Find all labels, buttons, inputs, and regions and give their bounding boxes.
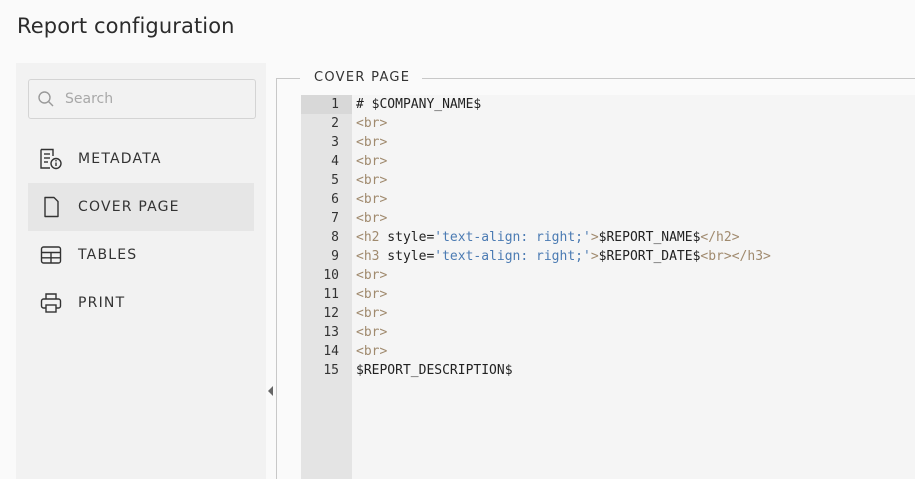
- sidebar-item-print[interactable]: PRINT: [28, 279, 254, 327]
- code-token: <br>: [356, 325, 388, 340]
- code-text: <br>: [356, 152, 387, 171]
- sidebar-item-metadata[interactable]: METADATA: [28, 135, 254, 183]
- code-line[interactable]: 15 $REPORT_DESCRIPTION$: [301, 361, 915, 380]
- code-text: <br>: [356, 304, 387, 323]
- table-icon: [38, 242, 64, 268]
- code-text: <br>: [356, 342, 387, 361]
- code-text: <br>: [356, 133, 387, 152]
- code-text: # $COMPANY_NAME$: [356, 95, 481, 114]
- code-token: <br>: [356, 344, 388, 359]
- line-number: 15: [323, 363, 339, 378]
- code-line[interactable]: 14 <br>: [301, 342, 915, 361]
- code-line[interactable]: 7 <br>: [301, 209, 915, 228]
- code-token: style=: [379, 230, 435, 245]
- code-line[interactable]: 2 <br>: [301, 114, 915, 133]
- code-token: $REPORT_NAME$: [598, 230, 701, 245]
- code-token: $REPORT_DESCRIPTION$: [356, 363, 513, 378]
- code-editor[interactable]: 1 # $COMPANY_NAME$ 2 <br> 3 <br> 4 <br> 5 <br> 6 <b…: [301, 95, 915, 479]
- line-number: 12: [323, 306, 339, 321]
- code-line[interactable]: 6 <br>: [301, 190, 915, 209]
- code-text: <br>: [356, 266, 387, 285]
- code-line[interactable]: 13 <br>: [301, 323, 915, 342]
- search-box[interactable]: [28, 79, 256, 119]
- code-token: <br>: [356, 268, 388, 283]
- code-token: <br>: [356, 154, 388, 169]
- sidebar-item-label: PRINT: [78, 295, 126, 311]
- code-line[interactable]: 5 <br>: [301, 171, 915, 190]
- code-token: <br>: [356, 173, 388, 188]
- line-number: 13: [323, 325, 339, 340]
- line-number: 11: [323, 287, 339, 302]
- line-number: 4: [331, 154, 339, 169]
- code-token: >: [590, 249, 599, 264]
- page-icon: [38, 194, 64, 220]
- line-number: 6: [331, 192, 339, 207]
- sidebar-item-label: METADATA: [78, 151, 162, 167]
- code-token: <h3: [356, 249, 380, 264]
- code-token: <br>: [356, 135, 388, 150]
- code-line[interactable]: 4 <br>: [301, 152, 915, 171]
- code-text: <br>: [356, 285, 387, 304]
- line-number: 1: [301, 95, 352, 114]
- code-text: <h3 style='text-align: right;'>$REPORT_D…: [356, 247, 771, 266]
- printer-icon: [38, 290, 64, 316]
- code-text: <br>: [356, 114, 387, 133]
- code-token: >: [590, 230, 599, 245]
- code-text: <h2 style='text-align: right;'>$REPORT_N…: [356, 228, 740, 247]
- search-icon: [38, 91, 54, 107]
- sidebar-collapse-handle[interactable]: [266, 63, 276, 479]
- line-number: 5: [331, 173, 339, 188]
- code-token: # $COMPANY_NAME$: [356, 97, 482, 112]
- code-line[interactable]: 8 <h2 style='text-align: right;'>$REPORT_…: [301, 228, 915, 247]
- line-number: 2: [331, 116, 339, 131]
- page-title: Report configuration: [17, 14, 235, 38]
- code-token: $REPORT_DATE$: [598, 249, 701, 264]
- code-text: <br>: [356, 190, 387, 209]
- code-token: <br>: [356, 211, 388, 226]
- header: Report configuration: [0, 0, 915, 62]
- search-input[interactable]: [65, 88, 245, 110]
- section-title: COVER PAGE: [300, 70, 423, 85]
- code-text: <br>: [356, 171, 387, 190]
- code-line[interactable]: 1 # $COMPANY_NAME$: [301, 95, 915, 114]
- line-number: 3: [331, 135, 339, 150]
- code-text: <br>: [356, 209, 387, 228]
- code-token: 'text-align: right;': [434, 230, 591, 245]
- line-number: 9: [331, 249, 339, 264]
- sidebar-item-label: COVER PAGE: [78, 199, 180, 215]
- line-number: 7: [331, 211, 339, 226]
- code-token: <h2: [356, 230, 380, 245]
- code-token: <br></h3>: [700, 249, 771, 264]
- sidebar-item-cover-page[interactable]: COVER PAGE: [28, 183, 254, 231]
- code-line[interactable]: 11 <br>: [301, 285, 915, 304]
- line-number: 14: [323, 344, 339, 359]
- code-text: <br>: [356, 323, 387, 342]
- code-token: style=: [379, 249, 435, 264]
- code-token: <br>: [356, 192, 388, 207]
- code-token: 'text-align: right;': [434, 249, 591, 264]
- code-token: <br>: [356, 306, 388, 321]
- code-line[interactable]: 12 <br>: [301, 304, 915, 323]
- sidebar: METADATA COVER PAGE TABLES: [16, 63, 266, 479]
- collapse-arrow-icon: [268, 386, 273, 396]
- code-token: <br>: [356, 287, 388, 302]
- line-number: 10: [323, 268, 339, 283]
- code-line[interactable]: 9 <h3 style='text-align: right;'>$REPORT_…: [301, 247, 915, 266]
- metadata-icon: [38, 146, 64, 172]
- code-line[interactable]: 3 <br>: [301, 133, 915, 152]
- sidebar-item-label: TABLES: [78, 247, 138, 263]
- code-token: </h2>: [700, 230, 740, 245]
- code-token: <br>: [356, 116, 388, 131]
- line-number: 8: [331, 230, 339, 245]
- code-text: $REPORT_DESCRIPTION$: [356, 361, 513, 380]
- sidebar-item-tables[interactable]: TABLES: [28, 231, 254, 279]
- code-line[interactable]: 10 <br>: [301, 266, 915, 285]
